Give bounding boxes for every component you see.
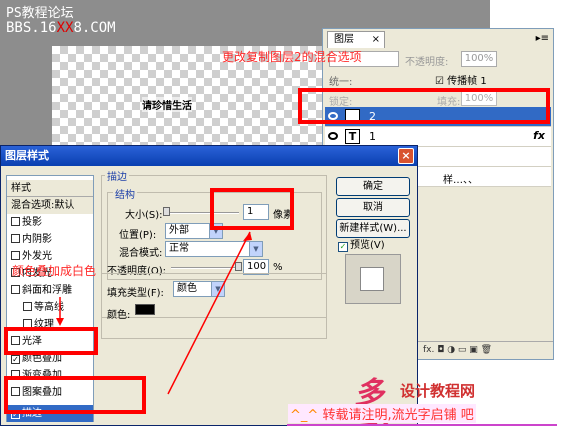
- highlight-size-input: [210, 188, 294, 230]
- tab-layers-label: 图层: [334, 34, 354, 45]
- blend-mode-select[interactable]: 正常 ▼: [165, 241, 263, 257]
- layer-row-1[interactable]: T 1 fx: [325, 127, 551, 147]
- highlight-color-overlay: [4, 327, 98, 355]
- position-label: 位置(P):: [119, 230, 157, 241]
- checkbox[interactable]: [23, 302, 32, 311]
- opacity-slider-thumb[interactable]: [235, 262, 242, 271]
- close-icon[interactable]: ×: [372, 32, 380, 48]
- style-item-label: 内阴影: [22, 234, 52, 245]
- checkbox-checked[interactable]: ✓: [11, 355, 20, 364]
- position-value: 外部: [169, 225, 189, 236]
- watermark-top: PS教程论坛 BBS.16XX8.COM: [6, 6, 116, 36]
- checkbox[interactable]: [11, 251, 20, 260]
- style-preview-swatch: [360, 267, 384, 291]
- style-item-inner-shadow[interactable]: 内阴影: [7, 231, 93, 248]
- propagate-checkbox[interactable]: ☑ 传播帧 1: [435, 72, 487, 87]
- opacity-unit: %: [273, 262, 283, 273]
- layer-name: 1: [369, 130, 376, 143]
- blend-mode-label: 混合模式:: [119, 248, 163, 259]
- fx-icon[interactable]: fx: [533, 129, 545, 142]
- style-item-blending-options[interactable]: 混合选项:默认: [7, 197, 93, 214]
- checkbox[interactable]: [11, 234, 20, 243]
- chevron-down-icon: ▼: [249, 242, 262, 256]
- preview-label: 预览(V): [350, 240, 385, 251]
- highlight-stroke: [4, 376, 146, 414]
- opacity-label: 不透明度:: [405, 57, 449, 68]
- unify-label: 统一:: [329, 77, 353, 88]
- style-item-label: 斜面和浮雕: [22, 285, 72, 296]
- blend-mode-value: 正常: [169, 243, 189, 254]
- annotation-top: 更改复制图层2的混合选项: [222, 50, 362, 64]
- style-item-contour[interactable]: 等高线: [7, 299, 93, 316]
- propagate-label: 传播帧 1: [447, 76, 487, 87]
- style-item-label: 投影: [22, 217, 42, 228]
- style-preview: [345, 254, 401, 304]
- logo-text: 设计教程网: [400, 382, 476, 400]
- style-item-label: 外发光: [22, 251, 52, 262]
- close-icon[interactable]: ×: [398, 148, 414, 164]
- layer-partial-text: 样…、、: [443, 175, 478, 186]
- style-item-label: 等高线: [34, 302, 64, 313]
- text-layer-icon: T: [345, 129, 360, 144]
- tab-layers[interactable]: 图层 ×: [327, 31, 385, 48]
- checkbox[interactable]: [11, 217, 20, 226]
- watermark-prefix: BBS.16: [6, 20, 57, 36]
- preview-checkbox[interactable]: ✓ 预览(V): [338, 236, 385, 252]
- opacity-input[interactable]: 100%: [461, 51, 497, 67]
- opacity-slider[interactable]: [171, 267, 239, 269]
- eye-icon[interactable]: [328, 132, 338, 140]
- highlight-layer-2: [298, 88, 550, 124]
- logo-mark: 多彩: [354, 376, 384, 426]
- panel-menu-icon[interactable]: ▸≡: [536, 33, 549, 44]
- watermark-red: XX: [56, 20, 74, 36]
- watermark-line1: PS教程论坛: [6, 6, 74, 21]
- canvas-text-layer[interactable]: 请珍惜生活: [142, 97, 192, 112]
- checkbox-checked[interactable]: ✓: [338, 242, 348, 252]
- size-label: 大小(S):: [125, 210, 163, 221]
- fill-type-label: 填充类型(F):: [107, 288, 164, 299]
- dialog-titlebar[interactable]: 图层样式 ×: [1, 146, 417, 166]
- chevron-down-icon: ▼: [211, 282, 224, 296]
- footer-note-text: 转载请注明,流光字启铺 吧: [322, 408, 474, 423]
- style-item-drop-shadow[interactable]: 投影: [7, 214, 93, 231]
- fill-type-value: 颜色: [177, 283, 197, 294]
- smile-icon: ^_^: [290, 408, 319, 423]
- ok-button[interactable]: 确定: [336, 177, 410, 196]
- size-slider-thumb[interactable]: [163, 207, 170, 216]
- fill-type-select[interactable]: 颜色 ▼: [173, 281, 225, 297]
- color-label: 颜色:: [107, 310, 131, 321]
- site-logo: 多彩 设计教程网: [354, 368, 559, 426]
- style-list-header[interactable]: 样式: [7, 180, 93, 197]
- style-item-bevel-emboss[interactable]: 斜面和浮雕: [7, 282, 93, 299]
- color-swatch[interactable]: [135, 304, 155, 315]
- stroke-group-title: 描边: [105, 168, 129, 183]
- unify-row: 统一: ☑ 传播帧 1: [327, 71, 551, 89]
- watermark-suffix: 8.COM: [73, 20, 116, 36]
- watermark-line2: BBS.16XX8.COM: [6, 21, 116, 36]
- annotation-middle: 颜色叠加成白色: [12, 264, 97, 278]
- cancel-button[interactable]: 取消: [336, 198, 410, 217]
- structure-group-title: 结构: [113, 186, 137, 201]
- dialog-title: 图层样式: [5, 149, 49, 162]
- footer-note: ^_^ 转载请注明,流光字启铺 吧: [288, 404, 476, 423]
- checkbox[interactable]: [11, 285, 20, 294]
